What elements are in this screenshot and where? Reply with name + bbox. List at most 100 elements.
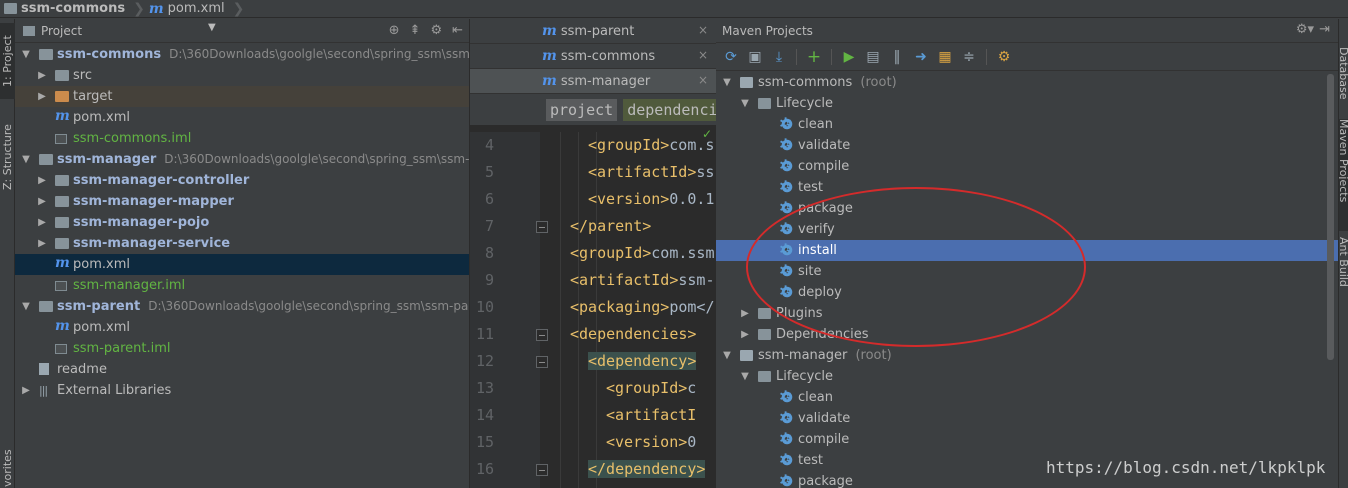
- expanded-arrow-icon[interactable]: ▼: [21, 44, 31, 65]
- maven-tree-row[interactable]: deploy: [716, 281, 1338, 303]
- maven-tree-row[interactable]: compile: [716, 155, 1338, 177]
- maven-tree-row[interactable]: ▶ Dependencies: [716, 324, 1338, 345]
- tree-row[interactable]: ▶ target: [15, 86, 469, 107]
- generate-sources-icon[interactable]: ▣: [746, 48, 764, 66]
- expanded-arrow-icon[interactable]: ▼: [21, 149, 31, 170]
- maven-tree-row[interactable]: ▼ Lifecycle: [716, 366, 1338, 387]
- tree-row[interactable]: readme: [15, 359, 469, 380]
- locate-icon[interactable]: ⊕: [389, 23, 400, 38]
- skip-tests-icon[interactable]: ➜: [912, 48, 930, 66]
- maven-projects-tool-tab[interactable]: Maven Projects: [1339, 119, 1348, 231]
- tree-row[interactable]: ▶ src: [15, 65, 469, 86]
- code-line[interactable]: 11 <dependencies>: [470, 321, 716, 348]
- database-tool-tab[interactable]: Database: [1339, 47, 1348, 113]
- maven-tree-row[interactable]: compile: [716, 428, 1338, 450]
- run-icon[interactable]: ▶: [840, 48, 858, 66]
- fold-marker-icon[interactable]: [536, 329, 548, 341]
- settings-icon[interactable]: ⚙: [995, 48, 1013, 66]
- code-line[interactable]: 15 <version>0: [470, 429, 716, 456]
- collapsed-arrow-icon[interactable]: ▶: [37, 191, 47, 212]
- collapsed-arrow-icon[interactable]: ▶: [37, 233, 47, 254]
- dropdown-arrow-icon[interactable]: ▼: [208, 22, 216, 33]
- code-line[interactable]: 12 <dependency>: [470, 348, 716, 375]
- maven-tree-row[interactable]: site: [716, 260, 1338, 282]
- xml-crumb-dependencies[interactable]: dependencie: [623, 98, 716, 121]
- close-icon[interactable]: ×: [698, 73, 708, 87]
- maven-tree-row[interactable]: ▶ Plugins: [716, 303, 1338, 324]
- favorites-tool-tab[interactable]: vorites: [0, 449, 15, 488]
- fold-marker-icon[interactable]: [536, 221, 548, 233]
- tree-row[interactable]: ▶ ||| External Libraries: [15, 380, 469, 401]
- editor-tab-ssm-manager[interactable]: m ssm-manager ×: [470, 69, 716, 94]
- tree-row[interactable]: m pom.xml: [15, 317, 469, 338]
- structure-tool-tab[interactable]: Z: Structure: [0, 111, 15, 203]
- tree-row[interactable]: ▶ ssm-manager-controller: [15, 170, 469, 191]
- maven-tree-row[interactable]: ▼ Lifecycle: [716, 93, 1338, 114]
- fold-marker-icon[interactable]: [536, 356, 548, 368]
- maven-tree-row[interactable]: validate: [716, 134, 1338, 156]
- collapsed-arrow-icon[interactable]: ▶: [21, 380, 31, 401]
- tree-row[interactable]: ▼ ssm-commons D:\360Downloads\goolgle\seco…: [15, 44, 469, 65]
- hide-icon[interactable]: ⇤: [452, 23, 463, 38]
- code-line[interactable]: 7 </parent>: [470, 213, 716, 240]
- collapsed-arrow-icon[interactable]: ▶: [37, 212, 47, 233]
- code-line[interactable]: 6 <version>0.0.1: [470, 186, 716, 213]
- code-line[interactable]: 8 <groupId>com.ssm: [470, 240, 716, 267]
- tree-row[interactable]: m pom.xml: [15, 107, 469, 128]
- maven-tree-row[interactable]: package: [716, 197, 1338, 219]
- add-icon[interactable]: +: [805, 47, 823, 67]
- toggle-offline-icon[interactable]: ‖: [888, 48, 906, 66]
- maven-tree-row[interactable]: ▼ ssm-manager (root): [716, 345, 1338, 366]
- code-line[interactable]: 16 </dependency>: [470, 456, 716, 483]
- code-line[interactable]: 5 <artifactId>ss: [470, 159, 716, 186]
- breadcrumb-file[interactable]: m pom.xml: [147, 0, 231, 18]
- hide-icon[interactable]: ⇥: [1319, 22, 1330, 37]
- maven-tree-row[interactable]: clean: [716, 113, 1338, 135]
- show-dependencies-icon[interactable]: ▦: [936, 48, 954, 66]
- gear-icon[interactable]: ⚙: [430, 23, 442, 38]
- breadcrumb-module[interactable]: ssm-commons: [2, 0, 131, 18]
- xml-crumb-project[interactable]: project: [546, 98, 618, 121]
- tree-row[interactable]: ▶ ssm-manager-pojo: [15, 212, 469, 233]
- maven-tree-row[interactable]: clean: [716, 386, 1338, 408]
- tree-row[interactable]: ▶ ssm-manager-mapper: [15, 191, 469, 212]
- tree-row[interactable]: m pom.xml: [15, 254, 469, 275]
- tree-row[interactable]: ssm-manager.iml: [15, 275, 469, 296]
- collapsed-arrow-icon[interactable]: ▶: [37, 86, 47, 107]
- maven-tree-row[interactable]: ▼ ssm-commons (root): [716, 72, 1338, 93]
- ant-build-tool-tab[interactable]: Ant Build: [1339, 237, 1348, 313]
- expanded-arrow-icon[interactable]: ▼: [722, 345, 732, 366]
- editor-tab-ssm-parent[interactable]: m ssm-parent ×: [470, 19, 716, 44]
- collapse-icon[interactable]: ⇞: [410, 23, 421, 38]
- maven-tree-row[interactable]: validate: [716, 407, 1338, 429]
- code-line[interactable]: 13 <groupId>c: [470, 375, 716, 402]
- project-tool-tab[interactable]: 1: Project: [0, 23, 15, 99]
- fold-marker-icon[interactable]: [536, 464, 548, 476]
- collapsed-arrow-icon[interactable]: ▶: [740, 303, 750, 324]
- close-icon[interactable]: ×: [698, 23, 708, 37]
- collapsed-arrow-icon[interactable]: ▶: [37, 65, 47, 86]
- code-line[interactable]: 9 <artifactId>ssm-: [470, 267, 716, 294]
- tree-row[interactable]: ▼ ssm-parent D:\360Downloads\goolgle\secon…: [15, 296, 469, 317]
- collapsed-arrow-icon[interactable]: ▶: [37, 170, 47, 191]
- expanded-arrow-icon[interactable]: ▼: [722, 72, 732, 93]
- tree-row[interactable]: ssm-commons.iml: [15, 128, 469, 149]
- collapse-all-icon[interactable]: ≑: [960, 48, 978, 66]
- execute-goal-icon[interactable]: ▤: [864, 48, 882, 66]
- expanded-arrow-icon[interactable]: ▼: [740, 366, 750, 387]
- collapsed-arrow-icon[interactable]: ▶: [740, 324, 750, 345]
- code-line[interactable]: 4 <groupId>com.s: [470, 132, 716, 159]
- code-line[interactable]: 14 <artifactI: [470, 402, 716, 429]
- tree-row[interactable]: ▶ ssm-manager-service: [15, 233, 469, 254]
- expanded-arrow-icon[interactable]: ▼: [740, 93, 750, 114]
- tree-row[interactable]: ▼ ssm-manager D:\360Downloads\goolgle\seco…: [15, 149, 469, 170]
- reimport-icon[interactable]: ⟳: [722, 48, 740, 66]
- maven-scrollbar[interactable]: [1327, 74, 1334, 360]
- tree-row[interactable]: ssm-parent.iml: [15, 338, 469, 359]
- editor-tab-ssm-commons[interactable]: m ssm-commons ×: [470, 44, 716, 69]
- maven-tree-row[interactable]: verify: [716, 218, 1338, 240]
- maven-tree-row[interactable]: install: [716, 239, 1338, 261]
- code-line[interactable]: 10 <packaging>pom</: [470, 294, 716, 321]
- maven-tree-row[interactable]: test: [716, 176, 1338, 198]
- download-icon[interactable]: ⤓: [770, 48, 788, 66]
